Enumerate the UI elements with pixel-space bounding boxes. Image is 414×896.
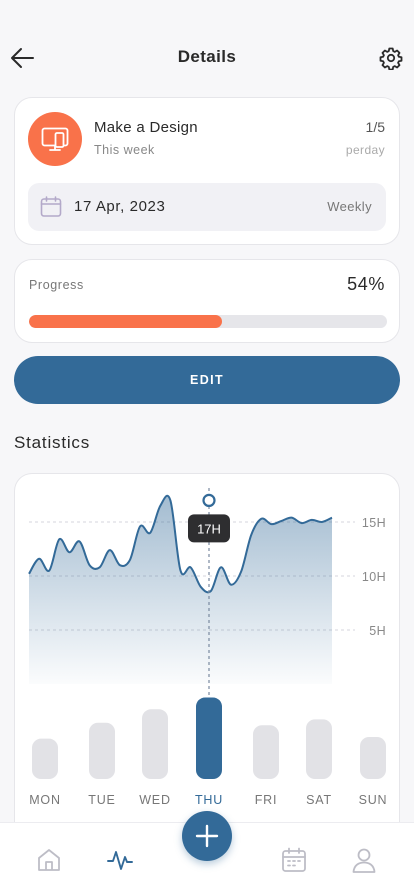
statistics-title: Statistics (14, 433, 91, 452)
task-unit: perday (345, 143, 385, 157)
x-tick-label: TUE (88, 793, 115, 807)
x-tick-label: MON (29, 793, 61, 807)
y-tick-label: 15H (362, 516, 386, 530)
frequency-value: Weekly (327, 199, 372, 214)
highlight-point (202, 493, 216, 507)
progress-label: Progress (29, 278, 84, 292)
calendar-nav-icon[interactable] (281, 847, 307, 873)
bar-sat (306, 719, 332, 779)
progress-percent: 54% (347, 274, 385, 294)
bar-thu (196, 697, 222, 779)
gear-icon[interactable] (379, 46, 403, 71)
progress-bar (29, 315, 387, 328)
y-tick-label: 20H (362, 474, 386, 476)
bar-wed (142, 709, 168, 779)
profile-icon[interactable] (351, 847, 377, 873)
add-button[interactable] (182, 811, 232, 861)
progress-card: Progress 54% (14, 259, 400, 343)
x-tick-label: WED (139, 793, 171, 807)
bar-tue (89, 722, 115, 779)
statistics-chart: 5H 10H 15H 20H 17H MON TUE WED THU FRI SAT SUN (28, 474, 388, 807)
progress-fill (29, 315, 223, 328)
task-card: Make a Design This week 1/5 perday 17 Ap… (14, 97, 400, 245)
x-tick-label: THU (195, 793, 223, 807)
x-tick-label: SAT (306, 793, 332, 807)
date-selector[interactable]: 17 Apr, 2023 Weekly (28, 183, 386, 231)
edit-button[interactable]: EDIT (14, 356, 400, 404)
area-fill (29, 495, 332, 684)
bar-mon (32, 738, 58, 779)
statistics-card: 5H 10H 15H 20H 17H MON TUE WED THU FRI SAT SUN (14, 473, 400, 823)
devices-icon (28, 112, 82, 166)
y-tick-label: 5H (369, 624, 386, 638)
page-title: Details (177, 47, 237, 66)
task-subtitle: This week (94, 143, 155, 157)
y-tick-label: 10H (362, 570, 386, 584)
calendar-icon (40, 196, 62, 217)
plus-icon (195, 824, 219, 848)
home-icon[interactable] (36, 847, 62, 873)
task-count: 1/5 (365, 119, 385, 135)
header: Details (0, 36, 414, 80)
bar-fri (253, 725, 279, 779)
x-tick-label: SUN (359, 793, 388, 807)
bar-sun (360, 737, 386, 779)
highlight-tooltip-label: 17H (197, 521, 221, 536)
x-tick-label: FRI (255, 793, 278, 807)
task-title: Make a Design (94, 119, 198, 136)
date-value: 17 Apr, 2023 (74, 198, 166, 215)
activity-icon[interactable] (107, 847, 133, 873)
